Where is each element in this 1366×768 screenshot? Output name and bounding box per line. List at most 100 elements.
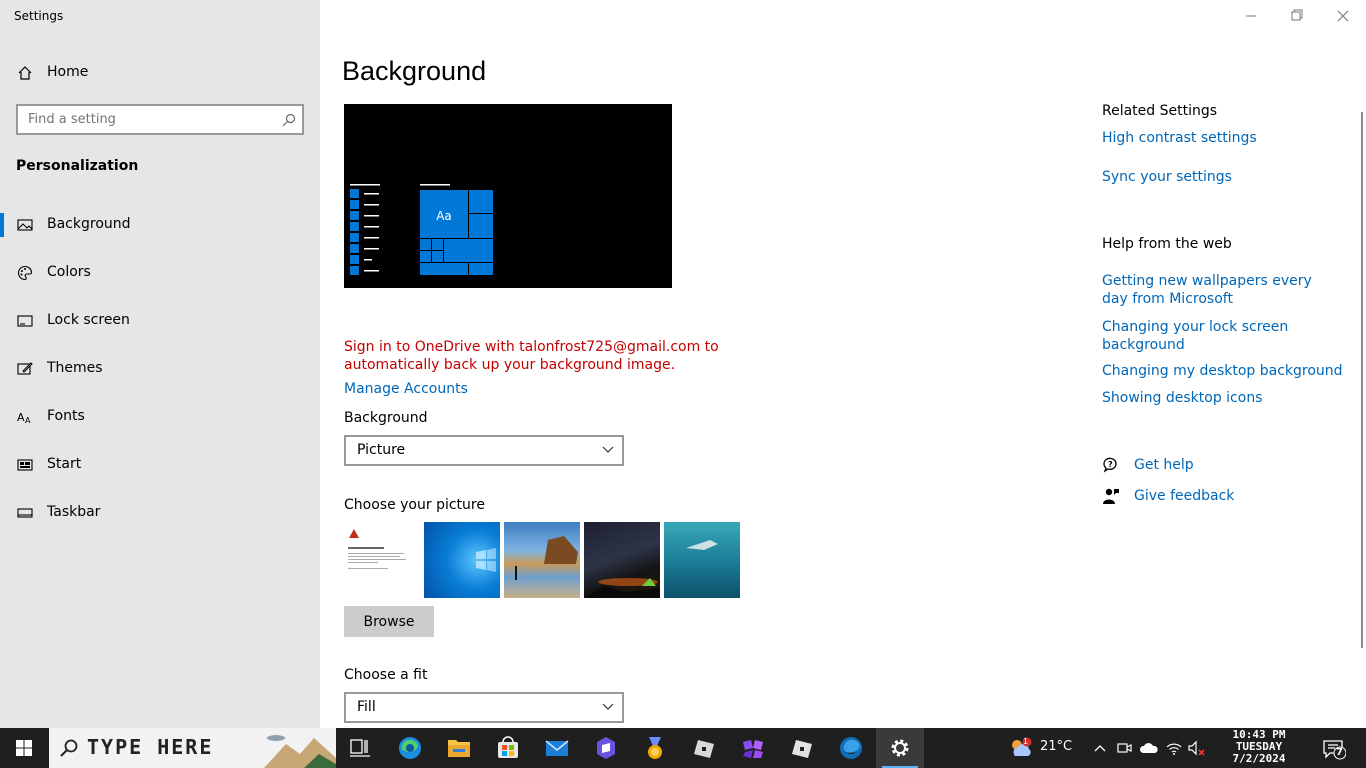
- notification-count: 7: [1336, 747, 1343, 758]
- help-link-lock-screen[interactable]: Changing your lock screen background: [1102, 318, 1302, 354]
- search-icon[interactable]: [282, 113, 296, 127]
- give-feedback-icon[interactable]: [1102, 487, 1120, 505]
- windows-start-icon[interactable]: [0, 728, 48, 768]
- fit-label: Choose a fit: [344, 667, 428, 683]
- chevron-up-icon[interactable]: [1092, 740, 1108, 756]
- picture-thumbnail-4[interactable]: [584, 522, 660, 598]
- chevron-down-icon: [602, 703, 614, 710]
- svg-text:A: A: [25, 416, 31, 425]
- page-title: Background: [342, 56, 487, 86]
- background-label: Background: [344, 410, 428, 426]
- taskbar-search-text: TYPE HERE: [87, 735, 214, 759]
- sidebar: Settings Home Personalization Background…: [0, 0, 320, 728]
- svg-text:A: A: [17, 411, 25, 424]
- edge-dev-icon[interactable]: [827, 728, 875, 768]
- microsoft-store-icon[interactable]: [484, 728, 532, 768]
- picture-thumbnail-2[interactable]: [424, 522, 500, 598]
- svg-text:?: ?: [1108, 460, 1113, 469]
- background-dropdown-value: Picture: [357, 442, 406, 458]
- sidebar-item-label: Fonts: [47, 408, 85, 424]
- night-sky-image: [584, 578, 660, 598]
- roblox-icon[interactable]: [680, 728, 728, 768]
- help-web-title: Help from the web: [1102, 236, 1232, 252]
- sidebar-item-fonts[interactable]: AA Fonts: [0, 399, 320, 435]
- sidebar-item-background[interactable]: Background: [0, 207, 320, 243]
- sidebar-home[interactable]: Home: [0, 55, 320, 91]
- roblox-studio-icon[interactable]: [778, 728, 826, 768]
- weather-icon[interactable]: [1008, 736, 1034, 760]
- taskbar-search[interactable]: TYPE HERE: [49, 728, 336, 768]
- sidebar-item-lock-screen[interactable]: Lock screen: [0, 303, 320, 339]
- themes-icon: [17, 362, 33, 375]
- picture-thumbnail-5[interactable]: [664, 522, 740, 598]
- sidebar-item-taskbar[interactable]: Taskbar: [0, 495, 320, 531]
- onedrive-warning: Sign in to OneDrive with talonfrost725@g…: [344, 339, 719, 373]
- mail-icon[interactable]: [533, 728, 581, 768]
- manage-accounts-link[interactable]: Manage Accounts: [344, 381, 468, 397]
- taskbar-icon: [17, 508, 33, 518]
- search-box[interactable]: [16, 104, 304, 135]
- purple-app-icon[interactable]: [729, 728, 777, 768]
- settings-gear-icon[interactable]: [876, 728, 924, 768]
- picture-thumbnail-1[interactable]: [344, 522, 420, 598]
- underwater-swimmer-image: [686, 540, 718, 550]
- meet-now-icon[interactable]: [1116, 740, 1134, 756]
- background-preview: Aa: [344, 104, 672, 288]
- search-input[interactable]: [18, 106, 268, 133]
- minimize-icon[interactable]: [1228, 0, 1274, 32]
- search-icon: [60, 739, 78, 757]
- fit-dropdown-value: Fill: [357, 699, 376, 715]
- close-icon[interactable]: [1320, 0, 1366, 32]
- preview-sample-text: Aa: [436, 209, 452, 223]
- help-link-desktop-background[interactable]: Changing my desktop background: [1102, 363, 1343, 379]
- warning-screenshot-thumbnail: [348, 529, 406, 569]
- help-link-wallpapers[interactable]: Getting new wallpapers every day from Mi…: [1102, 272, 1322, 308]
- rewards-medal-icon[interactable]: [631, 728, 679, 768]
- sidebar-item-start[interactable]: Start: [0, 447, 320, 483]
- start-menu-preview: Aa: [350, 184, 493, 275]
- sidebar-item-colors[interactable]: Colors: [0, 255, 320, 291]
- sidebar-item-label: Lock screen: [47, 312, 130, 328]
- windows-logo-icon: [476, 548, 496, 572]
- task-view-icon[interactable]: [336, 728, 384, 768]
- onedrive-icon[interactable]: [1139, 740, 1159, 756]
- sidebar-item-label: Background: [47, 216, 131, 232]
- restore-icon[interactable]: [1274, 0, 1320, 32]
- get-help-link[interactable]: Get help: [1134, 457, 1194, 473]
- palette-icon: [17, 265, 33, 281]
- clock-date: 7/2/2024: [1232, 752, 1286, 765]
- sidebar-item-themes[interactable]: Themes: [0, 351, 320, 387]
- volume-muted-icon[interactable]: [1187, 739, 1207, 757]
- file-explorer-icon[interactable]: [435, 728, 483, 768]
- sync-settings-link[interactable]: Sync your settings: [1102, 169, 1232, 185]
- background-dropdown[interactable]: Picture: [344, 435, 624, 466]
- edge-icon[interactable]: [386, 728, 434, 768]
- sidebar-item-label: Start: [47, 456, 82, 472]
- sidebar-home-label: Home: [47, 64, 89, 80]
- picture-thumbnail-3[interactable]: [504, 522, 580, 598]
- weather-badge: 1: [1023, 737, 1029, 746]
- window-title: Settings: [14, 9, 64, 23]
- fit-dropdown[interactable]: Fill: [344, 692, 624, 723]
- home-icon: [18, 66, 32, 80]
- settings-window: Settings Home Personalization Background…: [0, 0, 1366, 728]
- sidebar-item-label: Taskbar: [47, 504, 101, 520]
- taskbar: TYPE HERE 1 21°C 10:43 PM TUESDAY 7/2/20…: [0, 728, 1366, 768]
- chevron-down-icon: [602, 446, 614, 453]
- network-icon[interactable]: [1165, 739, 1183, 757]
- get-help-icon[interactable]: ?: [1102, 456, 1120, 474]
- scrollbar[interactable]: [1361, 112, 1363, 648]
- high-contrast-link[interactable]: High contrast settings: [1102, 130, 1257, 146]
- sidebar-item-label: Colors: [47, 264, 91, 280]
- section-title: Personalization: [16, 158, 139, 174]
- start-icon: [17, 459, 33, 471]
- choose-picture-label: Choose your picture: [344, 497, 485, 513]
- search-highlight-image: [264, 735, 336, 768]
- weather-temperature[interactable]: 21°C: [1040, 739, 1072, 754]
- taskbar-clock[interactable]: 10:43 PM TUESDAY 7/2/2024: [1224, 729, 1294, 765]
- copilot-icon[interactable]: [582, 728, 630, 768]
- sidebar-item-label: Themes: [47, 360, 103, 376]
- help-link-desktop-icons[interactable]: Showing desktop icons: [1102, 390, 1263, 406]
- browse-button[interactable]: Browse: [344, 606, 434, 637]
- give-feedback-link[interactable]: Give feedback: [1134, 488, 1234, 504]
